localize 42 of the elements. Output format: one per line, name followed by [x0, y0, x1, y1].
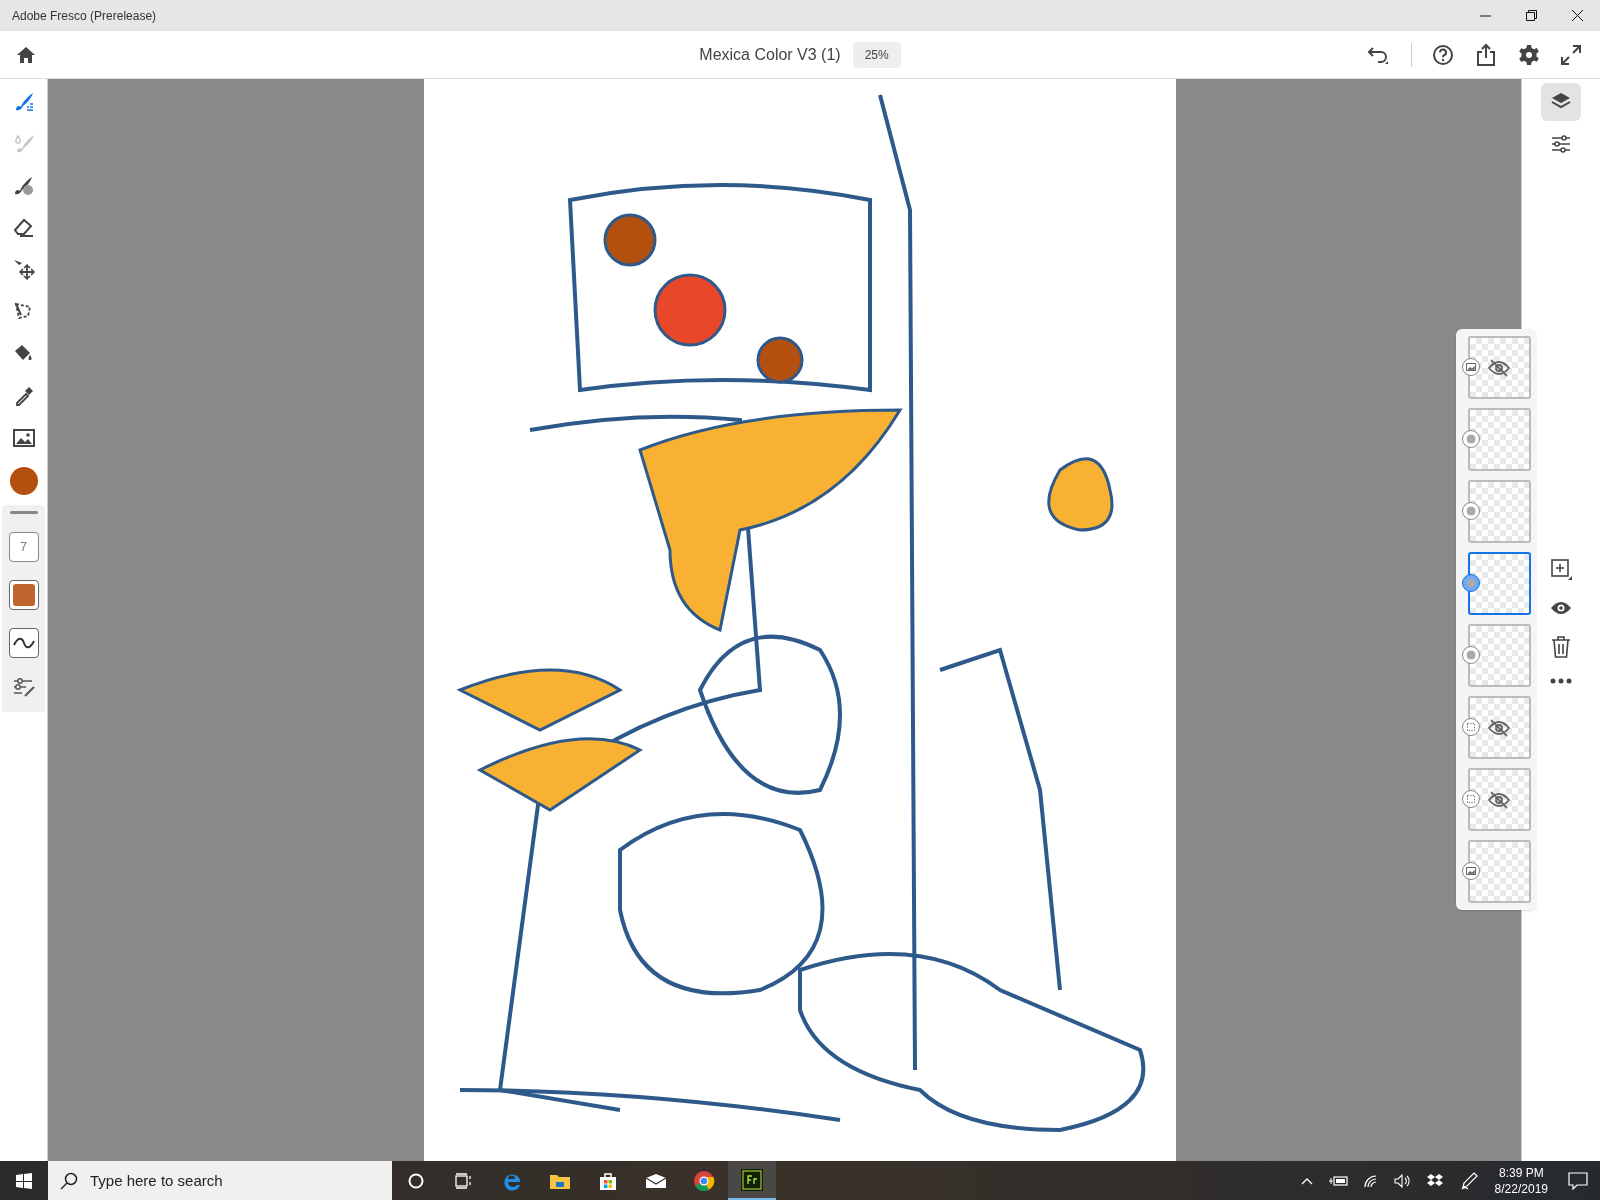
- wave-icon: [12, 637, 35, 649]
- clock-date[interactable]: 8/22/2019: [1494, 1180, 1548, 1197]
- clock-time[interactable]: 8:39 PM: [1498, 1164, 1544, 1181]
- color-swatch[interactable]: [9, 467, 38, 495]
- search-icon: [60, 1172, 78, 1190]
- layer-thumbnail[interactable]: [1467, 768, 1531, 831]
- layer-thumbnail[interactable]: [1467, 480, 1531, 543]
- smoothing-button[interactable]: [8, 628, 39, 658]
- zoom-level[interactable]: 25%: [852, 41, 901, 68]
- layer-thumbnail[interactable]: [1467, 840, 1531, 903]
- visibility-icon[interactable]: [1550, 600, 1572, 616]
- layer-type-icon[interactable]: [1461, 862, 1480, 880]
- fullscreen-icon[interactable]: [1560, 43, 1582, 66]
- layer-thumbnail[interactable]: [1467, 552, 1531, 615]
- layers-icon[interactable]: [1541, 83, 1581, 121]
- fresco-app-icon[interactable]: [728, 1161, 776, 1200]
- document-title: Mexica Color V3 (1): [699, 44, 841, 65]
- layer-type-icon[interactable]: [1461, 502, 1480, 520]
- brush-size-button[interactable]: 7: [8, 532, 39, 562]
- add-layer-icon[interactable]: [1550, 558, 1572, 580]
- layer-type-icon[interactable]: [1461, 358, 1480, 376]
- layer-type-icon[interactable]: [1461, 790, 1480, 808]
- brush-settings-icon[interactable]: [11, 676, 36, 698]
- more-icon[interactable]: [1550, 678, 1572, 684]
- layer-type-icon[interactable]: [1461, 646, 1480, 664]
- panel-handle[interactable]: [9, 511, 38, 514]
- layer-thumbnail[interactable]: [1467, 624, 1531, 687]
- close-icon: [1571, 10, 1583, 21]
- share-icon[interactable]: [1474, 42, 1498, 67]
- settings-icon[interactable]: [1518, 43, 1540, 66]
- help-icon[interactable]: [1432, 43, 1454, 66]
- layer-type-icon[interactable]: [1461, 718, 1480, 736]
- restore-icon: [1525, 10, 1537, 21]
- window-title: Adobe Fresco (Prerelease): [11, 7, 157, 25]
- layer-thumbnail[interactable]: [1467, 696, 1531, 759]
- layer-type-icon[interactable]: [1461, 574, 1480, 592]
- layer-thumbnail[interactable]: [1467, 336, 1531, 399]
- windows-logo-icon: [16, 1172, 32, 1189]
- search-field[interactable]: Type here to search: [48, 1161, 392, 1200]
- layer-thumbnail[interactable]: [1467, 408, 1531, 471]
- delete-icon[interactable]: [1551, 636, 1571, 658]
- layer-type-icon[interactable]: [1461, 430, 1480, 448]
